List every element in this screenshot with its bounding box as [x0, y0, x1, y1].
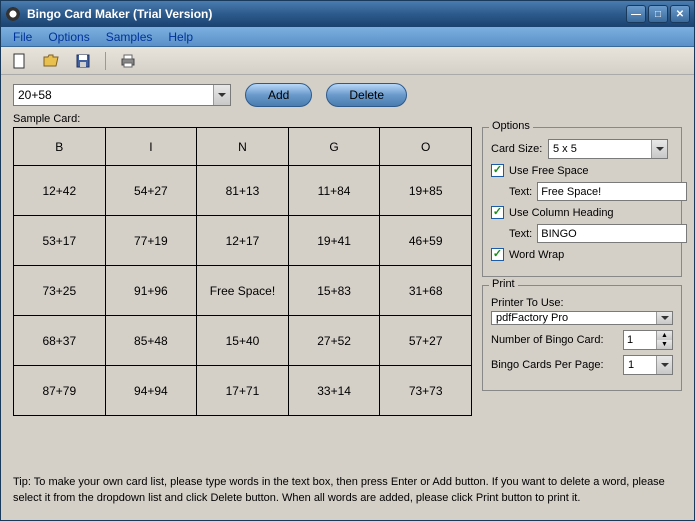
minimize-button[interactable]: —: [626, 5, 646, 23]
bingo-cell: 91+96: [105, 266, 197, 316]
num-cards-label: Number of Bingo Card:: [491, 334, 618, 346]
menu-help[interactable]: Help: [160, 28, 201, 46]
bingo-cell: 11+84: [288, 166, 380, 216]
bingo-cell: 77+19: [105, 216, 197, 266]
app-icon: [5, 6, 21, 22]
maximize-button[interactable]: □: [648, 5, 668, 23]
bingo-cell: 81+13: [197, 166, 289, 216]
bingo-cell: 31+68: [380, 266, 472, 316]
bingo-cell: 68+37: [14, 316, 106, 366]
heading-text-input[interactable]: [537, 224, 687, 243]
print-icon[interactable]: [118, 51, 138, 71]
menubar: File Options Samples Help: [1, 27, 694, 47]
save-icon[interactable]: [73, 51, 93, 71]
window-title: Bingo Card Maker (Trial Version): [27, 7, 626, 21]
bingo-cell: 19+41: [288, 216, 380, 266]
bingo-header: G: [288, 128, 380, 166]
card-size-label: Card Size:: [491, 143, 543, 155]
bingo-cell: 46+59: [380, 216, 472, 266]
per-page-label: Bingo Cards Per Page:: [491, 359, 618, 371]
heading-text-label: Text:: [509, 228, 532, 240]
new-icon[interactable]: [9, 51, 29, 71]
word-wrap-label: Word Wrap: [509, 249, 564, 261]
bingo-cell: 54+27: [105, 166, 197, 216]
bingo-cell: 94+94: [105, 366, 197, 416]
print-fieldset: Print Printer To Use: pdfFactory Pro Num…: [482, 285, 682, 391]
bingo-cell: 15+40: [197, 316, 289, 366]
bingo-cell: Free Space!: [197, 266, 289, 316]
app-window: Bingo Card Maker (Trial Version) — □ ✕ F…: [0, 0, 695, 521]
bingo-cell: 27+52: [288, 316, 380, 366]
add-button[interactable]: Add: [245, 83, 312, 107]
use-free-space-label: Use Free Space: [509, 165, 588, 177]
toolbar: [1, 47, 694, 75]
menu-file[interactable]: File: [5, 28, 40, 46]
bingo-cell: 53+17: [14, 216, 106, 266]
bingo-cell: 12+42: [14, 166, 106, 216]
open-icon[interactable]: [41, 51, 61, 71]
options-title: Options: [489, 120, 533, 132]
free-space-text-input[interactable]: [537, 182, 687, 201]
bingo-header: O: [380, 128, 472, 166]
printer-select[interactable]: pdfFactory Pro: [491, 311, 673, 325]
use-column-heading-label: Use Column Heading: [509, 207, 614, 219]
per-page-select[interactable]: 1: [623, 355, 673, 375]
printer-label: Printer To Use:: [491, 297, 673, 309]
bingo-cell: 19+85: [380, 166, 472, 216]
titlebar: Bingo Card Maker (Trial Version) — □ ✕: [1, 1, 694, 27]
word-input[interactable]: [14, 85, 213, 105]
card-area: Sample Card: BINGO 12+4254+2781+1311+841…: [13, 113, 472, 469]
bingo-cell: 15+83: [288, 266, 380, 316]
print-title: Print: [489, 278, 518, 290]
bingo-cell: 57+27: [380, 316, 472, 366]
bingo-header: I: [105, 128, 197, 166]
delete-button[interactable]: Delete: [326, 83, 407, 107]
use-free-space-checkbox[interactable]: [491, 164, 504, 177]
bingo-cell: 17+71: [197, 366, 289, 416]
word-combo[interactable]: [13, 84, 231, 106]
bingo-header: B: [14, 128, 106, 166]
bingo-cell: 73+25: [14, 266, 106, 316]
spinner-down-icon[interactable]: ▼: [657, 340, 672, 349]
num-cards-spinner[interactable]: 1 ▲▼: [623, 330, 673, 350]
bingo-cell: 12+17: [197, 216, 289, 266]
bingo-table: BINGO 12+4254+2781+1311+8419+85 53+1777+1…: [13, 127, 472, 416]
card-size-select[interactable]: 5 x 5: [548, 139, 668, 159]
use-column-heading-checkbox[interactable]: [491, 206, 504, 219]
chevron-down-icon[interactable]: [651, 140, 667, 158]
bingo-header: N: [197, 128, 289, 166]
spinner-up-icon[interactable]: ▲: [657, 331, 672, 340]
combo-dropdown-icon[interactable]: [213, 85, 230, 105]
menu-samples[interactable]: Samples: [98, 28, 161, 46]
bingo-cell: 85+48: [105, 316, 197, 366]
chevron-down-icon[interactable]: [656, 356, 672, 374]
chevron-down-icon[interactable]: [656, 312, 672, 324]
bingo-cell: 73+73: [380, 366, 472, 416]
bingo-cell: 33+14: [288, 366, 380, 416]
bingo-cell: 87+79: [14, 366, 106, 416]
tip-text: Tip: To make your own card list, please …: [13, 469, 682, 512]
close-button[interactable]: ✕: [670, 5, 690, 23]
options-fieldset: Options Card Size: 5 x 5 Use Free Space …: [482, 127, 682, 277]
word-wrap-checkbox[interactable]: [491, 248, 504, 261]
sample-card-label: Sample Card:: [13, 113, 472, 125]
content-area: Add Delete Sample Card: BINGO 12+4254+27…: [1, 75, 694, 520]
free-text-label: Text:: [509, 186, 532, 198]
menu-options[interactable]: Options: [40, 28, 97, 46]
